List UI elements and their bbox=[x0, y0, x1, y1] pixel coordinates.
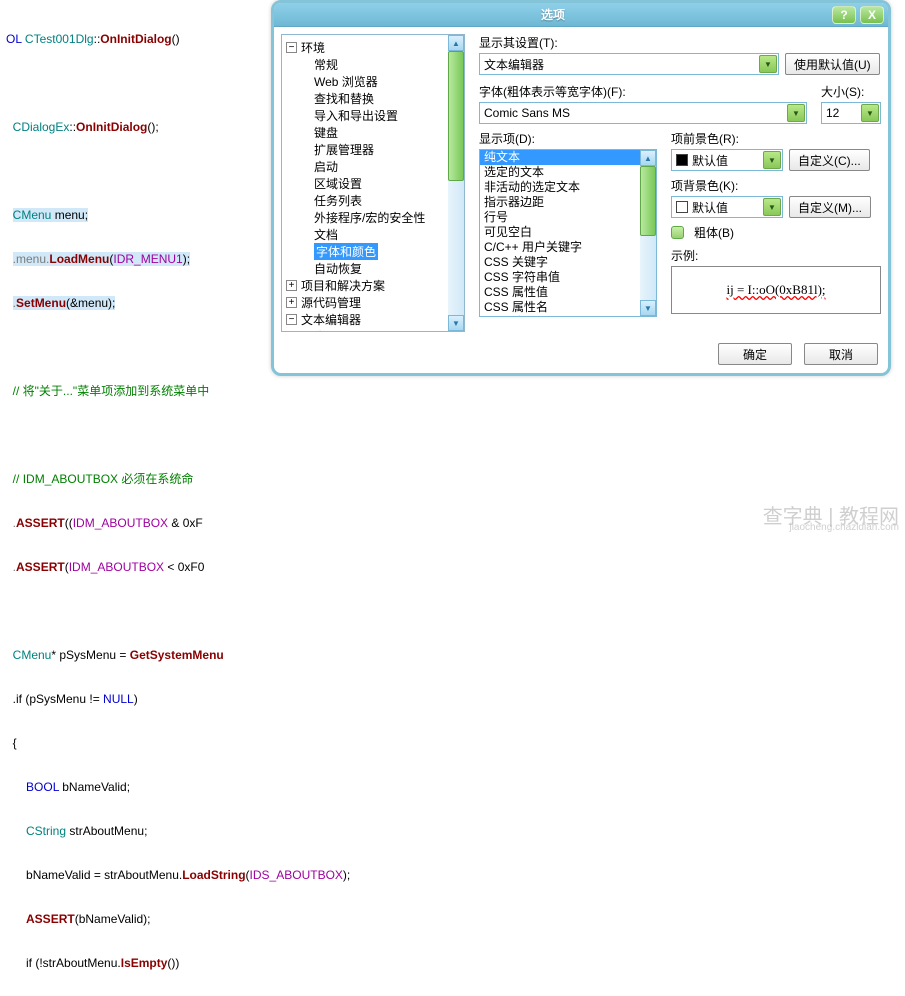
watermark-url: jiaocheng.chazidian.com bbox=[789, 522, 899, 533]
list-item[interactable]: 非活动的选定文本 bbox=[480, 180, 656, 195]
scroll-up-icon[interactable]: ▲ bbox=[640, 150, 656, 166]
cancel-button[interactable]: 取消 bbox=[804, 343, 878, 365]
scroll-thumb[interactable] bbox=[640, 166, 656, 236]
tree-node[interactable]: 启动 bbox=[286, 158, 464, 175]
close-button[interactable]: X bbox=[860, 6, 884, 24]
tree-node[interactable]: 导入和导出设置 bbox=[286, 107, 464, 124]
show-settings-combo[interactable]: 文本编辑器 ▼ bbox=[479, 53, 779, 75]
chevron-down-icon[interactable]: ▼ bbox=[787, 104, 805, 122]
tree-node-src[interactable]: 源代码管理 bbox=[301, 294, 361, 311]
size-label: 大小(S): bbox=[821, 83, 881, 100]
tree-node[interactable]: 扩展管理器 bbox=[286, 141, 464, 158]
tree-node-proj[interactable]: 项目和解决方案 bbox=[301, 277, 385, 294]
tree-node[interactable]: 查找和替换 bbox=[286, 90, 464, 107]
list-item[interactable]: CSS 属性值 bbox=[480, 285, 656, 300]
foreground-value: 默认值 bbox=[692, 152, 728, 169]
show-settings-label: 显示其设置(T): bbox=[479, 34, 881, 51]
bold-checkbox[interactable] bbox=[671, 226, 684, 239]
tree-node[interactable]: 文档 bbox=[286, 226, 464, 243]
list-item[interactable]: 行号 bbox=[480, 210, 656, 225]
font-label: 字体(粗体表示等宽字体)(F): bbox=[479, 83, 807, 100]
list-item[interactable]: 指示器边距 bbox=[480, 195, 656, 210]
list-item[interactable]: CSS 字符串值 bbox=[480, 270, 656, 285]
size-value: 12 bbox=[826, 106, 839, 120]
tree-node[interactable]: 任务列表 bbox=[286, 192, 464, 209]
bold-label: 粗体(B) bbox=[694, 224, 734, 241]
scroll-up-icon[interactable]: ▲ bbox=[448, 35, 464, 51]
font-combo[interactable]: Comic Sans MS ▼ bbox=[479, 102, 807, 124]
title-bar[interactable]: 选项 ? X bbox=[274, 3, 888, 27]
list-item[interactable]: CSS 注释 bbox=[480, 315, 656, 317]
list-item[interactable]: C/C++ 用户关键字 bbox=[480, 240, 656, 255]
chevron-down-icon[interactable]: ▼ bbox=[763, 198, 781, 216]
color-swatch-white bbox=[676, 201, 688, 213]
dialog-title: 选项 bbox=[274, 6, 832, 23]
foreground-label: 项前景色(R): bbox=[671, 130, 881, 147]
show-settings-value: 文本编辑器 bbox=[484, 56, 544, 73]
color-swatch-black bbox=[676, 154, 688, 166]
sample-label: 示例: bbox=[671, 247, 881, 264]
chevron-down-icon[interactable]: ▼ bbox=[759, 55, 777, 73]
chevron-down-icon[interactable]: ▼ bbox=[763, 151, 781, 169]
list-scrollbar[interactable]: ▲ ▼ bbox=[640, 150, 656, 316]
expand-icon[interactable]: + bbox=[286, 280, 297, 291]
options-dialog: 选项 ? X −环境 常规Web 浏览器查找和替换导入和导出设置键盘扩展管理器启… bbox=[271, 0, 891, 376]
size-combo[interactable]: 12 ▼ bbox=[821, 102, 881, 124]
display-items-listbox[interactable]: 纯文本选定的文本非活动的选定文本指示器边距行号可见空白C/C++ 用户关键字CS… bbox=[479, 149, 657, 317]
background-combo[interactable]: 默认值 ▼ bbox=[671, 196, 783, 218]
display-items-label: 显示项(D): bbox=[479, 130, 657, 147]
background-label: 项背景色(K): bbox=[671, 177, 881, 194]
background-custom-button[interactable]: 自定义(M)... bbox=[789, 196, 871, 218]
tree-node[interactable]: 外接程序/宏的安全性 bbox=[286, 209, 464, 226]
tree-node-env[interactable]: 环境 bbox=[301, 39, 325, 56]
tree-node[interactable]: 键盘 bbox=[286, 124, 464, 141]
tree-node[interactable]: 自动恢复 bbox=[286, 260, 464, 277]
background-value: 默认值 bbox=[692, 199, 728, 216]
scroll-down-icon[interactable]: ▼ bbox=[640, 300, 656, 316]
sample-preview: ij = I::oO(0xB81l); bbox=[671, 266, 881, 314]
tree-node[interactable]: Web 浏览器 bbox=[286, 73, 464, 90]
help-button[interactable]: ? bbox=[832, 6, 856, 24]
tree-node-editor[interactable]: 文本编辑器 bbox=[301, 311, 361, 328]
ok-button[interactable]: 确定 bbox=[718, 343, 792, 365]
list-item[interactable]: 可见空白 bbox=[480, 225, 656, 240]
expand-icon[interactable]: + bbox=[286, 297, 297, 308]
collapse-icon[interactable]: − bbox=[286, 42, 297, 53]
tree-node-editor-general[interactable]: 常规 bbox=[314, 328, 338, 332]
font-value: Comic Sans MS bbox=[484, 106, 570, 120]
foreground-combo[interactable]: 默认值 ▼ bbox=[671, 149, 783, 171]
scroll-thumb[interactable] bbox=[448, 51, 464, 181]
category-tree[interactable]: −环境 常规Web 浏览器查找和替换导入和导出设置键盘扩展管理器启动区域设置任务… bbox=[281, 34, 465, 332]
list-item[interactable]: CSS 关键字 bbox=[480, 255, 656, 270]
use-default-button[interactable]: 使用默认值(U) bbox=[785, 53, 880, 75]
foreground-custom-button[interactable]: 自定义(C)... bbox=[789, 149, 870, 171]
list-item[interactable]: 选定的文本 bbox=[480, 165, 656, 180]
tree-scrollbar[interactable]: ▲ ▼ bbox=[448, 35, 464, 331]
tree-node[interactable]: 常规 bbox=[286, 56, 464, 73]
list-item[interactable]: CSS 属性名 bbox=[480, 300, 656, 315]
list-item[interactable]: 纯文本 bbox=[480, 150, 656, 165]
scroll-down-icon[interactable]: ▼ bbox=[448, 315, 464, 331]
tree-node[interactable]: 区域设置 bbox=[286, 175, 464, 192]
collapse-icon[interactable]: − bbox=[286, 314, 297, 325]
tree-node[interactable]: 字体和颜色 bbox=[286, 243, 464, 260]
chevron-down-icon[interactable]: ▼ bbox=[861, 104, 879, 122]
